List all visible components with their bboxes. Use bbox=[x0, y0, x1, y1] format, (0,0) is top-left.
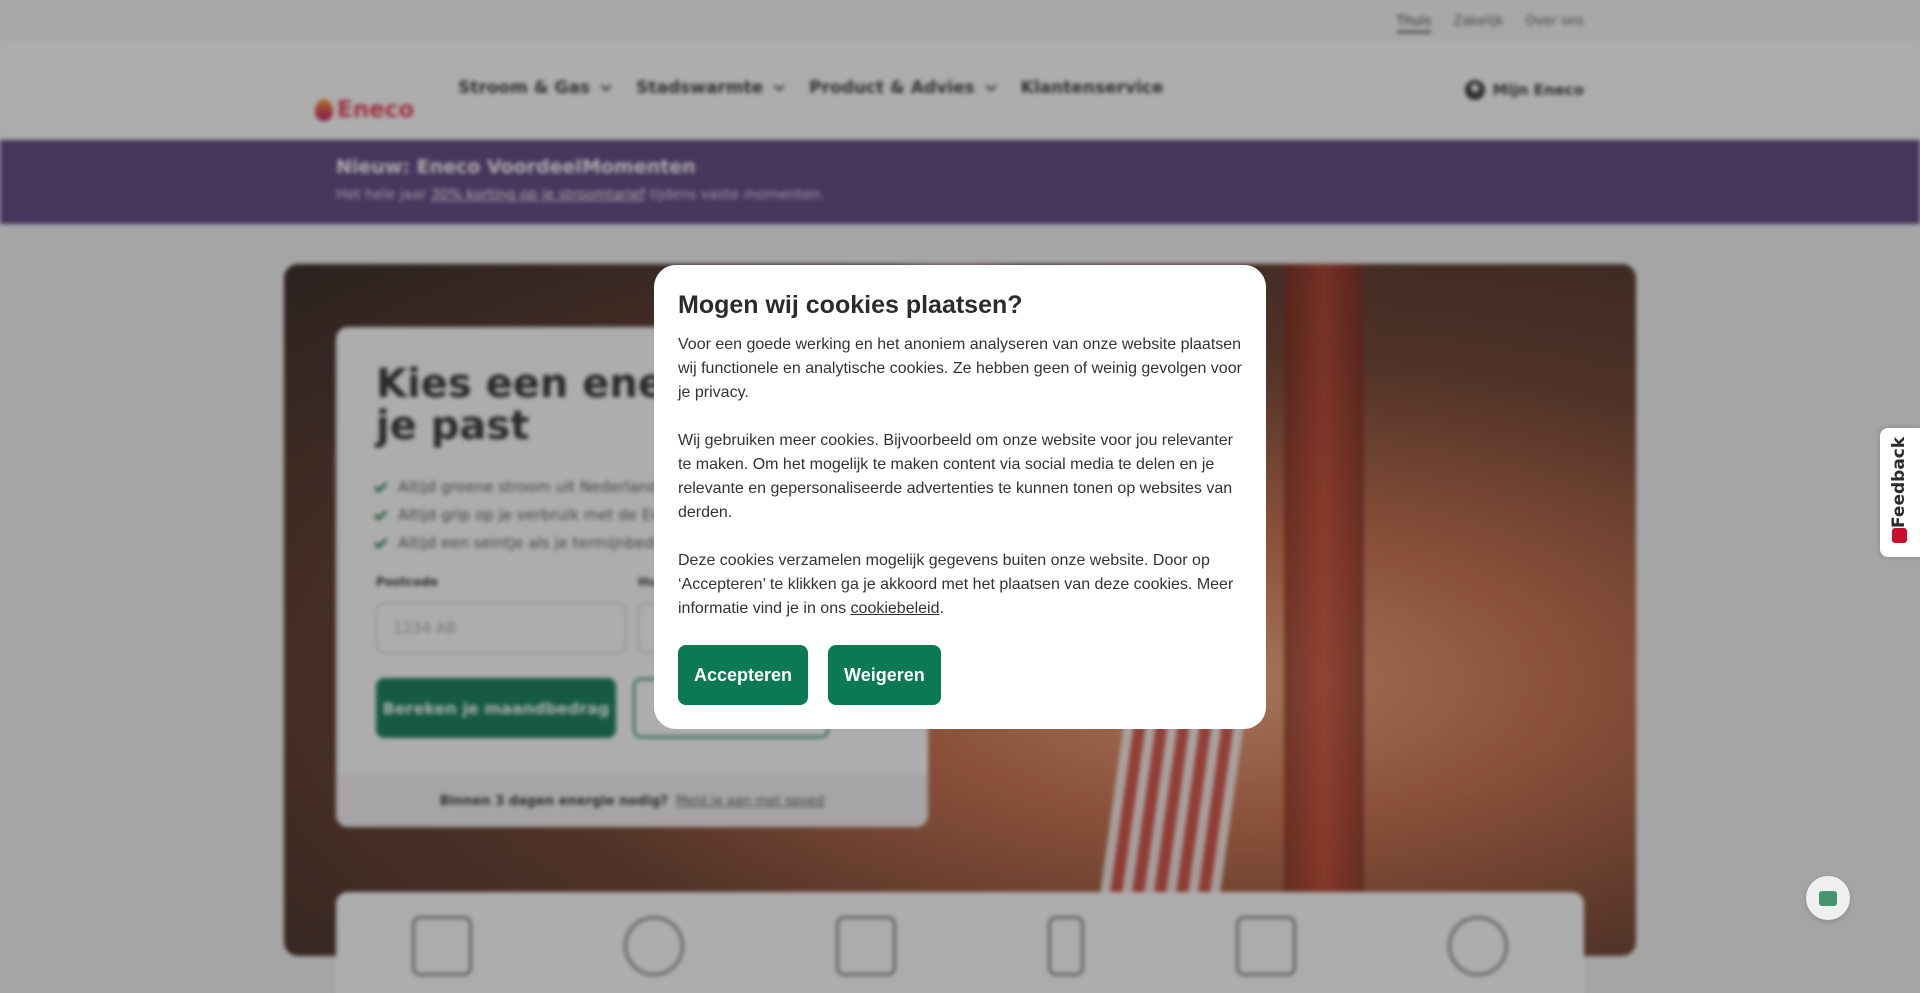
chat-button[interactable] bbox=[1806, 876, 1850, 920]
feedback-label: Feedback bbox=[1889, 436, 1909, 528]
cookie-policy-link[interactable]: cookiebeleid bbox=[851, 600, 940, 617]
feedback-tab[interactable]: Feedback bbox=[1880, 428, 1920, 557]
cookie-consent-dialog: Mogen wij cookies plaatsen? Voor een goe… bbox=[654, 265, 1266, 729]
cookie-paragraph-3: Deze cookies verzamelen mogelijk gegeven… bbox=[678, 549, 1242, 621]
cookie-actions: Accepteren Weigeren bbox=[678, 645, 1242, 705]
reject-cookies-button[interactable]: Weigeren bbox=[828, 645, 941, 705]
cookie-paragraph-3-end: . bbox=[939, 600, 944, 617]
cookie-paragraph-1: Voor een goede werking en het anoniem an… bbox=[678, 336, 1242, 401]
cookie-paragraph-2: Wij gebruiken meer cookies. Bijvoorbeeld… bbox=[678, 432, 1233, 521]
cookie-paragraph-3-text: Deze cookies verzamelen mogelijk gegeven… bbox=[678, 552, 1234, 617]
feedback-icon bbox=[1892, 528, 1907, 543]
chat-icon bbox=[1819, 890, 1837, 906]
cookie-dialog-title: Mogen wij cookies plaatsen? bbox=[678, 291, 1023, 319]
accept-cookies-button[interactable]: Accepteren bbox=[678, 645, 809, 705]
